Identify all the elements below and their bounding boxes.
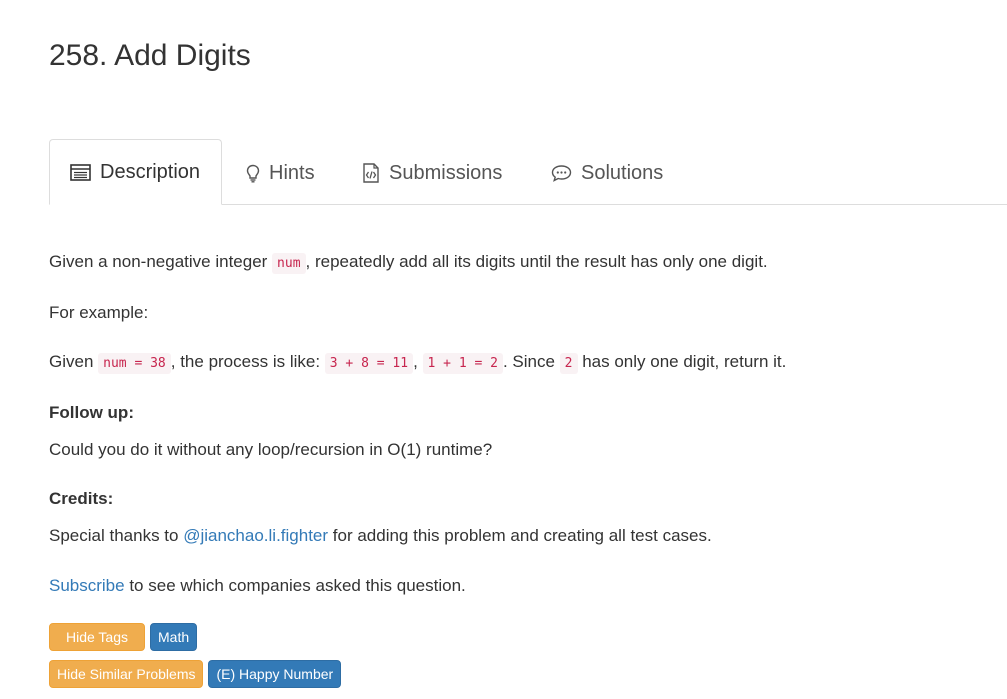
hide-tags-button[interactable]: Hide Tags xyxy=(49,623,146,651)
example-label: For example: xyxy=(49,303,149,322)
tab-submissions-label: Submissions xyxy=(389,161,503,184)
example-text-post: has only one digit, return it. xyxy=(577,352,787,371)
tab-submissions[interactable]: Submissions xyxy=(362,139,502,205)
credits-text-post: for adding this problem and creating all… xyxy=(328,526,712,545)
page-title: 258. Add Digits xyxy=(49,39,251,72)
tab-solutions[interactable]: Solutions xyxy=(551,139,663,205)
credits-text: Special thanks to @jianchao.li.fighter f… xyxy=(49,524,712,548)
tab-hints-label: Hints xyxy=(269,161,315,184)
list-icon xyxy=(70,163,91,181)
intro-code: num xyxy=(272,253,306,274)
example-code-step1: 3 + 8 = 11 xyxy=(324,353,414,374)
tags-row: Hide Tags Math xyxy=(49,623,198,651)
example-text-pre: Given xyxy=(49,352,99,371)
speech-bubble-icon xyxy=(551,164,572,182)
example-text-mid2: , xyxy=(413,352,423,371)
followup-text: Could you do it without any loop/recursi… xyxy=(49,440,493,459)
tag-math[interactable]: Math xyxy=(150,623,198,651)
author-link[interactable]: @jianchao.li.fighter xyxy=(183,526,328,545)
tab-hints[interactable]: Hints xyxy=(246,139,315,205)
tab-description[interactable]: Description xyxy=(49,139,222,205)
hide-similar-problems-button[interactable]: Hide Similar Problems xyxy=(49,660,204,688)
code-file-icon xyxy=(362,163,380,183)
example-code-input: num = 38 xyxy=(98,353,171,374)
subscribe-text-post: to see which companies asked this questi… xyxy=(124,576,466,595)
lightbulb-icon xyxy=(246,164,260,183)
tab-bar: Description Hints Submissions Solutions xyxy=(49,139,1007,205)
similar-problem-happy-number[interactable]: (E) Happy Number xyxy=(208,660,342,688)
tab-description-label: Description xyxy=(100,160,201,183)
subscribe-text: Subscribe to see which companies asked t… xyxy=(49,574,466,598)
credits-heading: Credits: xyxy=(49,489,114,508)
intro-text-pre: Given a non-negative integer xyxy=(49,252,273,271)
example-paragraph: Given num = 38, the process is like: 3 +… xyxy=(49,350,786,376)
tab-solutions-label: Solutions xyxy=(581,161,664,184)
problem-page: 258. Add Digits Description Hints Submis… xyxy=(0,0,1007,699)
intro-paragraph: Given a non-negative integer num, repeat… xyxy=(49,250,768,276)
example-code-step2: 1 + 1 = 2 xyxy=(422,353,503,374)
followup-heading: Follow up: xyxy=(49,403,134,422)
example-code-result: 2 xyxy=(559,353,578,374)
credits-text-pre: Special thanks to xyxy=(49,526,184,545)
example-text-mid3: . Since xyxy=(502,352,560,371)
similar-problems-row: Hide Similar Problems (E) Happy Number xyxy=(49,660,342,688)
example-text-mid1: , the process is like: xyxy=(170,352,325,371)
intro-text-post: , repeatedly add all its digits until th… xyxy=(305,252,768,271)
subscribe-link[interactable]: Subscribe xyxy=(49,576,125,595)
